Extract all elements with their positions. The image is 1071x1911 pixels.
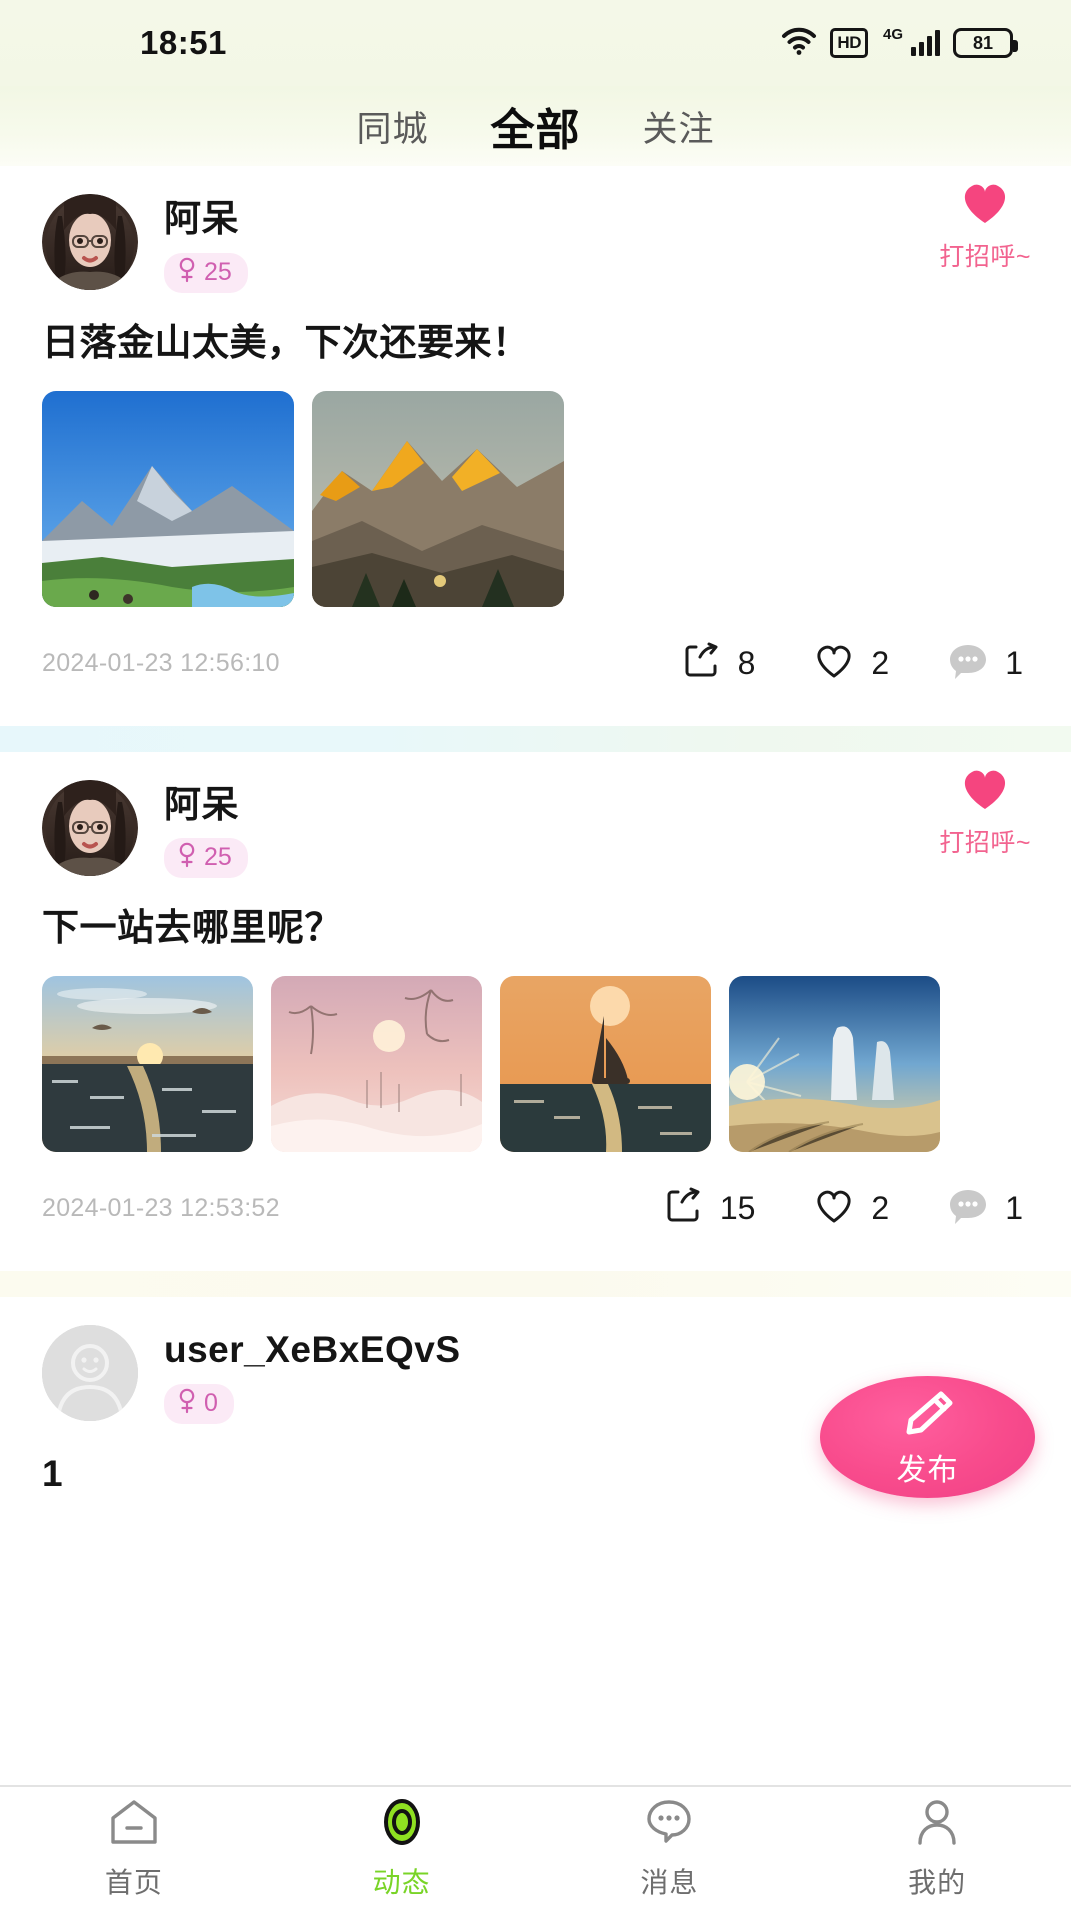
moments-circle-icon [375,1798,429,1851]
message-bubble-icon [642,1798,696,1851]
post-image[interactable] [42,976,253,1153]
nav-label-messages: 消息 [640,1866,699,1898]
like-count: 2 [871,1190,890,1227]
default-avatar-icon [42,1325,138,1422]
post-text: 日落金山太美，下次还要来！ [42,321,530,363]
feed-tab-bar: 同城 全部 关注 [0,86,1071,166]
post-image-grid [0,367,1071,607]
post-image[interactable] [729,976,940,1153]
post-actions: 8 2 1 [682,641,1029,686]
post-timestamp: 2024-01-23 12:53:52 [42,1194,280,1223]
post-image[interactable] [312,390,564,607]
bottom-navigation: 首页 动态 消息 我的 [0,1785,1071,1911]
gender-age-badge: 25 [164,838,248,879]
post-actions: 15 2 1 [664,1186,1029,1231]
comment-bubble-icon [947,1186,989,1231]
like-button[interactable]: 2 [813,1187,889,1230]
nav-item-messages[interactable]: 消息 [536,1798,804,1901]
heart-filled-icon [959,766,1011,817]
share-button[interactable]: 8 [682,641,756,686]
post-image[interactable] [500,976,711,1153]
avatar[interactable] [42,194,138,290]
gender-age-badge: 0 [164,1383,234,1424]
post-divider [0,1271,1071,1298]
battery-icon: 81 [953,28,1018,58]
nav-item-moments[interactable]: 动态 [268,1798,536,1901]
comment-button[interactable]: 1 [947,641,1023,686]
female-icon [177,842,197,873]
home-icon [107,1798,161,1851]
post-footer: 2024-01-23 12:56:10 8 2 1 [0,607,1071,726]
post-image-grid [0,952,1071,1153]
share-button[interactable]: 15 [664,1186,756,1231]
avatar[interactable] [42,779,138,876]
post-user-info: 阿呆 25 [164,780,248,879]
wifi-icon [781,27,817,60]
nav-label-moments: 动态 [372,1866,431,1898]
like-button[interactable]: 2 [813,642,889,685]
post-divider [0,725,1071,752]
post-username[interactable]: 阿呆 [164,784,248,827]
heart-outline-icon [813,1187,855,1230]
post-user-info: 阿呆 25 [164,194,248,293]
status-clock: 18:51 [140,24,227,61]
share-count: 15 [719,1190,756,1227]
greet-label: 打招呼~ [939,828,1031,857]
nav-item-profile[interactable]: 我的 [803,1798,1071,1901]
battery-level: 81 [972,33,994,53]
comment-bubble-icon [947,641,989,686]
status-bar: 18:51 HD 4G 81 [0,0,1071,86]
hd-badge: HD [830,28,868,58]
share-icon [682,641,722,686]
comment-count: 1 [1005,644,1023,681]
status-icon-group: HD 4G 81 [781,25,1018,60]
post-image[interactable] [271,976,482,1153]
heart-filled-icon [959,180,1011,231]
post-username[interactable]: 阿呆 [164,198,248,241]
comment-count: 1 [1005,1190,1023,1227]
post-footer: 2024-01-23 12:53:52 15 2 1 [0,1152,1071,1271]
gender-age-badge: 25 [164,252,248,293]
female-icon [177,257,197,288]
nav-label-profile: 我的 [908,1866,967,1898]
female-icon [177,1388,197,1419]
avatar-photo [42,779,138,876]
post-username[interactable]: user_XeBxEQvS [164,1329,461,1372]
publish-fab-label: 发布 [896,1453,959,1487]
avatar[interactable] [42,1325,138,1422]
post-feed: 阿呆 25 打招呼~ 日落金山太美，下次还要来！ 2024-01-23 12:5… [0,166,1071,1498]
share-count: 8 [737,644,756,681]
person-icon [910,1798,964,1851]
share-icon [664,1186,704,1231]
post-header: 阿呆 25 打招呼~ [0,166,1071,293]
signal-bars-icon [911,30,940,56]
tab-following[interactable]: 关注 [643,101,715,152]
like-count: 2 [871,644,890,681]
post-timestamp: 2024-01-23 12:56:10 [42,648,280,677]
publish-fab-button[interactable]: 发布 [820,1376,1035,1498]
nav-item-home[interactable]: 首页 [0,1798,268,1901]
avatar-photo [42,194,138,290]
nav-label-home: 首页 [104,1866,163,1898]
age-label: 25 [204,257,232,286]
age-label: 25 [204,843,232,872]
comment-button[interactable]: 1 [947,1186,1023,1231]
tab-local[interactable]: 同城 [356,101,428,152]
post-item[interactable]: 阿呆 25 [0,751,1071,1272]
greet-button[interactable]: 打招呼~ [939,180,1031,273]
heart-outline-icon [813,642,855,685]
tab-all[interactable]: 全部 [491,94,581,158]
post-user-info: user_XeBxEQvS 0 [164,1325,461,1424]
network-type-label: 4G [882,25,903,43]
post-image[interactable] [42,390,294,607]
post-text: 下一站去哪里呢？ [42,907,342,949]
greet-label: 打招呼~ [939,243,1031,271]
greet-button[interactable]: 打招呼~ [939,766,1031,859]
post-item[interactable]: 阿呆 25 [0,166,1071,726]
pencil-icon [897,1386,959,1447]
post-header: 阿呆 25 打招呼~ [0,752,1071,879]
age-label: 0 [204,1388,218,1417]
